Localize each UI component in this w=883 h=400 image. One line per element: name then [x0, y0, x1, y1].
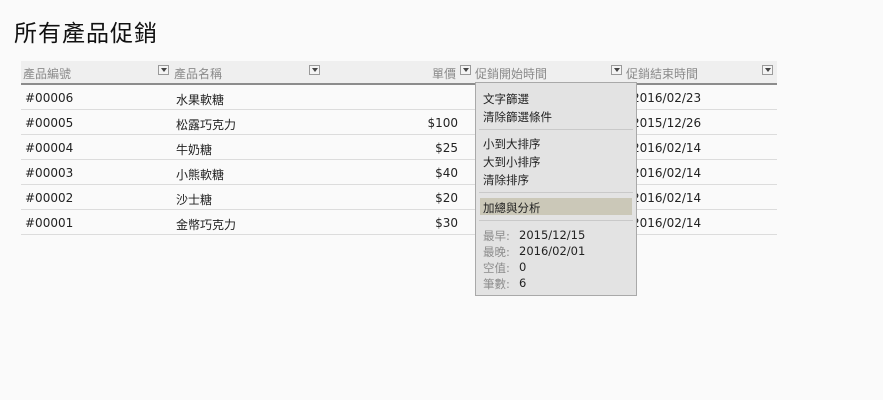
- end-filter-dropdown-icon[interactable]: [762, 65, 773, 75]
- column-header-name-label: 產品名稱: [174, 67, 223, 81]
- price-cell: $30: [435, 216, 458, 230]
- stat-latest-label: 最晚:: [483, 245, 510, 259]
- end-date-cell: 2016/02/14: [632, 141, 702, 155]
- price-cell: $100: [427, 116, 458, 130]
- column-header-price-label: 單價: [432, 67, 457, 81]
- end-date-cell: 2016/02/14: [632, 191, 702, 205]
- menu-item-sort-descending[interactable]: 大到小排序: [483, 154, 541, 170]
- product-id-cell: #00006: [25, 91, 74, 105]
- end-date-cell: 2016/02/14: [632, 166, 702, 180]
- table-row[interactable]: #00006 水果軟糖 2016/02/23: [21, 85, 777, 110]
- table-row[interactable]: #00005 松露巧克力 $100 2015/12/26: [21, 110, 777, 135]
- id-filter-dropdown-icon[interactable]: [158, 65, 169, 75]
- end-date-cell: 2015/12/26: [632, 116, 702, 130]
- product-id-cell: #00002: [25, 191, 74, 205]
- product-name-cell: 沙士糖: [176, 193, 213, 207]
- promotions-table: 產品編號 產品名稱 單價 促銷開始時間 促銷結束時間 #00006 水果軟糖 2…: [21, 61, 777, 235]
- product-id-cell: #00004: [25, 141, 74, 155]
- column-header-end-label: 促銷結束時間: [626, 67, 699, 81]
- column-header-start: 促銷開始時間: [475, 65, 547, 82]
- product-id-cell: #00001: [25, 216, 74, 230]
- menu-item-clear-sort[interactable]: 清除排序: [483, 172, 529, 188]
- price-cell: $40: [435, 166, 458, 180]
- product-name-cell: 水果軟糖: [176, 93, 225, 107]
- stat-earliest-label: 最早:: [483, 229, 510, 243]
- stat-empty-value: 0: [519, 260, 527, 274]
- product-id-cell: #00003: [25, 166, 74, 180]
- menu-divider: [479, 220, 633, 221]
- menu-item-text-filter[interactable]: 文字篩選: [483, 91, 529, 107]
- page-title: 所有產品促銷: [14, 21, 158, 47]
- end-date-cell: 2016/02/14: [632, 216, 702, 230]
- column-filter-menu: 文字篩選 清除篩選條件 小到大排序 大到小排序 清除排序 加總與分析 最早: 2…: [475, 82, 637, 296]
- column-header-start-label: 促銷開始時間: [475, 67, 548, 81]
- menu-item-clear-filter[interactable]: 清除篩選條件: [483, 109, 552, 125]
- column-header-id-label: 產品編號: [23, 67, 72, 81]
- table-row[interactable]: #00003 小熊軟糖 $40 2016/02/14: [21, 160, 777, 185]
- stat-count-value: 6: [519, 276, 527, 290]
- start-filter-dropdown-icon[interactable]: [611, 65, 622, 75]
- menu-divider: [479, 129, 633, 130]
- stat-latest-value: 2016/02/01: [519, 244, 586, 258]
- menu-item-totals-analysis[interactable]: 加總與分析: [483, 200, 541, 216]
- table-row[interactable]: #00001 金幣巧克力 $30 2016/02/14: [21, 210, 777, 235]
- stat-count-label: 筆數:: [483, 277, 510, 291]
- menu-item-sort-ascending[interactable]: 小到大排序: [483, 136, 541, 152]
- stat-empty-label: 空值:: [483, 261, 510, 275]
- column-header-id: 產品編號: [23, 65, 71, 82]
- product-name-cell: 松露巧克力: [176, 118, 237, 132]
- product-name-cell: 牛奶糖: [176, 143, 213, 157]
- product-id-cell: #00005: [25, 116, 74, 130]
- column-header-price: 單價: [432, 65, 456, 82]
- name-filter-dropdown-icon[interactable]: [309, 65, 320, 75]
- menu-divider: [479, 192, 633, 193]
- table-row[interactable]: #00002 沙士糖 $20 2016/02/14: [21, 185, 777, 210]
- price-filter-dropdown-icon[interactable]: [460, 65, 471, 75]
- price-cell: $20: [435, 191, 458, 205]
- price-cell: $25: [435, 141, 458, 155]
- table-row[interactable]: #00004 牛奶糖 $25 2016/02/14: [21, 135, 777, 160]
- end-date-cell: 2016/02/23: [632, 91, 702, 105]
- column-header-name: 產品名稱: [174, 65, 222, 82]
- stat-earliest-value: 2015/12/15: [519, 228, 586, 242]
- table-header: 產品編號 產品名稱 單價 促銷開始時間 促銷結束時間: [21, 61, 777, 85]
- product-name-cell: 金幣巧克力: [176, 218, 237, 232]
- product-name-cell: 小熊軟糖: [176, 168, 225, 182]
- column-header-end: 促銷結束時間: [626, 65, 698, 82]
